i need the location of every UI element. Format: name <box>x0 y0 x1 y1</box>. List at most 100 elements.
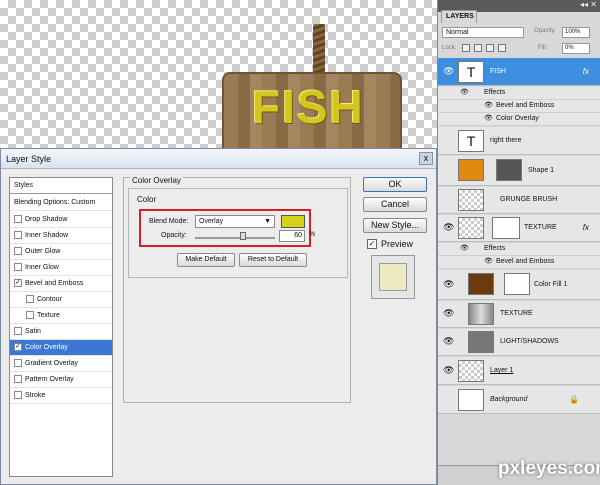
overlay-color-swatch[interactable] <box>281 215 305 228</box>
checkbox[interactable] <box>26 295 34 304</box>
effects-label: Effects <box>484 245 506 252</box>
effect-row-bevel-emboss[interactable]: 👁 Bevel and Emboss <box>438 100 600 113</box>
blend-mode-value: Overlay <box>199 218 224 225</box>
visibility-eye-icon[interactable]: 👁 <box>443 280 454 289</box>
style-item-blending-options[interactable]: Blending Options: Custom <box>10 195 112 211</box>
layer-blend-mode-select[interactable]: Normal <box>442 27 524 38</box>
checkbox[interactable] <box>14 359 22 368</box>
layer-thumbnail <box>458 360 484 382</box>
layer-name: TEXTURE <box>524 224 557 231</box>
layer-row-texture-2[interactable]: 👁 TEXTURE <box>438 301 600 328</box>
style-item-satin[interactable]: Satin <box>10 324 112 340</box>
lock-transparency-icon[interactable] <box>462 44 470 52</box>
layer-row-background[interactable]: Background 🔒 <box>438 386 600 414</box>
fill-label: Fill: <box>538 45 548 51</box>
dialog-titlebar[interactable]: Layer Style x <box>1 149 436 169</box>
layer-row-texture[interactable]: 👁 TEXTURE fx <box>438 215 600 242</box>
checkbox[interactable] <box>26 311 34 320</box>
effects-eye-icon[interactable]: 👁 <box>460 87 469 99</box>
tab-layers[interactable]: LAYERS <box>441 10 477 23</box>
visibility-eye-icon[interactable]: 👁 <box>443 309 454 318</box>
layer-row-grunge-brush[interactable]: GRUNGE BRUSH <box>438 187 600 214</box>
effect-row-color-overlay[interactable]: 👁 Color Overlay <box>438 113 600 126</box>
checkbox[interactable] <box>14 263 22 272</box>
layer-row-fish[interactable]: 👁 T FISH fx <box>438 58 600 86</box>
ok-button[interactable]: OK <box>363 177 427 192</box>
visibility-eye-icon[interactable]: 👁 <box>443 223 454 232</box>
style-item-bevel-emboss[interactable]: ✓ Bevel and Emboss <box>10 276 112 292</box>
layer-row-color-fill-1[interactable]: 👁 Color Fill 1 <box>438 270 600 300</box>
vector-mask-thumbnail <box>496 159 522 181</box>
lock-position-icon[interactable] <box>486 44 494 52</box>
effect-row-bevel-emboss[interactable]: 👁 Bevel and Emboss <box>438 256 600 269</box>
style-item-inner-glow[interactable]: Inner Glow <box>10 260 112 276</box>
effects-eye-icon[interactable]: 👁 <box>460 243 469 255</box>
checkbox[interactable] <box>14 231 22 240</box>
checkbox[interactable] <box>14 247 22 256</box>
layer-row-light-shadows[interactable]: 👁 LIGHT/SHADOWS <box>438 329 600 356</box>
effects-row[interactable]: 👁 Effects <box>438 243 600 256</box>
blend-mode-select[interactable]: Overlay ▼ <box>195 215 275 228</box>
style-item-outer-glow[interactable]: Outer Glow <box>10 244 112 260</box>
checkbox[interactable]: ✓ <box>14 343 22 352</box>
checkbox[interactable] <box>14 215 22 224</box>
styles-item-label: Color Overlay <box>25 344 68 351</box>
lock-pixels-icon[interactable] <box>474 44 482 52</box>
style-item-texture[interactable]: Texture <box>10 308 112 324</box>
styles-item-label: Styles <box>14 182 34 189</box>
layer-name: Color Fill 1 <box>534 281 568 288</box>
layer-name: FISH <box>490 68 506 75</box>
opacity-slider-thumb[interactable] <box>240 232 246 240</box>
layer-opacity-label: Opacity: <box>534 28 557 34</box>
preview-checkbox[interactable]: ✓ <box>367 239 377 249</box>
layer-opacity-input[interactable]: 100% <box>562 27 590 38</box>
styles-item-label: Blending Options: Custom <box>14 199 96 206</box>
layer-row-right-there[interactable]: T right there <box>438 127 600 155</box>
watermark: pxleyes.com <box>498 458 600 479</box>
effect-eye-icon[interactable]: 👁 <box>484 113 493 125</box>
opacity-slider-track[interactable] <box>195 237 275 239</box>
fx-icon[interactable]: fx <box>583 223 589 232</box>
visibility-eye-icon[interactable]: 👁 <box>443 337 454 346</box>
styles-item-label: Bevel and Emboss <box>25 280 84 287</box>
lock-all-icon[interactable] <box>498 44 506 52</box>
layer-name: TEXTURE <box>500 310 533 317</box>
styles-header[interactable]: Styles <box>10 178 112 194</box>
layer-row-shape-1[interactable]: Shape 1 <box>438 156 600 186</box>
color-overlay-panel: Color Overlay Color Blend Mode: Overlay ▼… <box>123 176 351 403</box>
visibility-eye-icon[interactable]: 👁 <box>443 366 454 375</box>
shape-thumbnail <box>458 159 484 181</box>
layer-name: LIGHT/SHADOWS <box>500 338 559 345</box>
style-item-pattern-overlay[interactable]: Pattern Overlay <box>10 372 112 388</box>
style-item-drop-shadow[interactable]: Drop Shadow <box>10 212 112 228</box>
effect-label: Color Overlay <box>496 115 539 122</box>
style-item-gradient-overlay[interactable]: Gradient Overlay <box>10 356 112 372</box>
layer-thumbnail <box>458 217 484 239</box>
style-item-stroke[interactable]: Stroke <box>10 388 112 404</box>
cancel-button[interactable]: Cancel <box>363 197 427 212</box>
effects-row[interactable]: 👁 Effects <box>438 87 600 100</box>
visibility-eye-icon[interactable]: 👁 <box>443 67 454 76</box>
style-item-inner-shadow[interactable]: Inner Shadow <box>10 228 112 244</box>
dialog-title: Layer Style <box>6 154 52 164</box>
text-layer-thumbnail: T <box>458 130 484 152</box>
fx-icon[interactable]: fx <box>583 67 589 76</box>
effect-eye-icon[interactable]: 👁 <box>484 256 493 268</box>
layer-row-layer-1[interactable]: 👁 Layer 1 <box>438 357 600 385</box>
blend-mode-label: Blend Mode: <box>149 218 189 225</box>
new-style-button[interactable]: New Style... <box>363 218 427 233</box>
style-item-contour[interactable]: Contour <box>10 292 112 308</box>
close-icon[interactable]: x <box>419 152 433 165</box>
panel-controls[interactable]: ◂◂ ✕ <box>580 0 597 9</box>
checkbox[interactable] <box>14 391 22 400</box>
checkbox[interactable]: ✓ <box>14 279 22 288</box>
opacity-input[interactable]: 60 <box>279 230 305 242</box>
layer-thumbnail <box>468 331 494 353</box>
checkbox[interactable] <box>14 327 22 336</box>
checkbox[interactable] <box>14 375 22 384</box>
effect-eye-icon[interactable]: 👁 <box>484 100 493 112</box>
fill-input[interactable]: 0% <box>562 43 590 54</box>
reset-default-button[interactable]: Reset to Default <box>239 253 307 267</box>
make-default-button[interactable]: Make Default <box>177 253 235 267</box>
style-item-color-overlay[interactable]: ✓ Color Overlay <box>10 340 112 356</box>
